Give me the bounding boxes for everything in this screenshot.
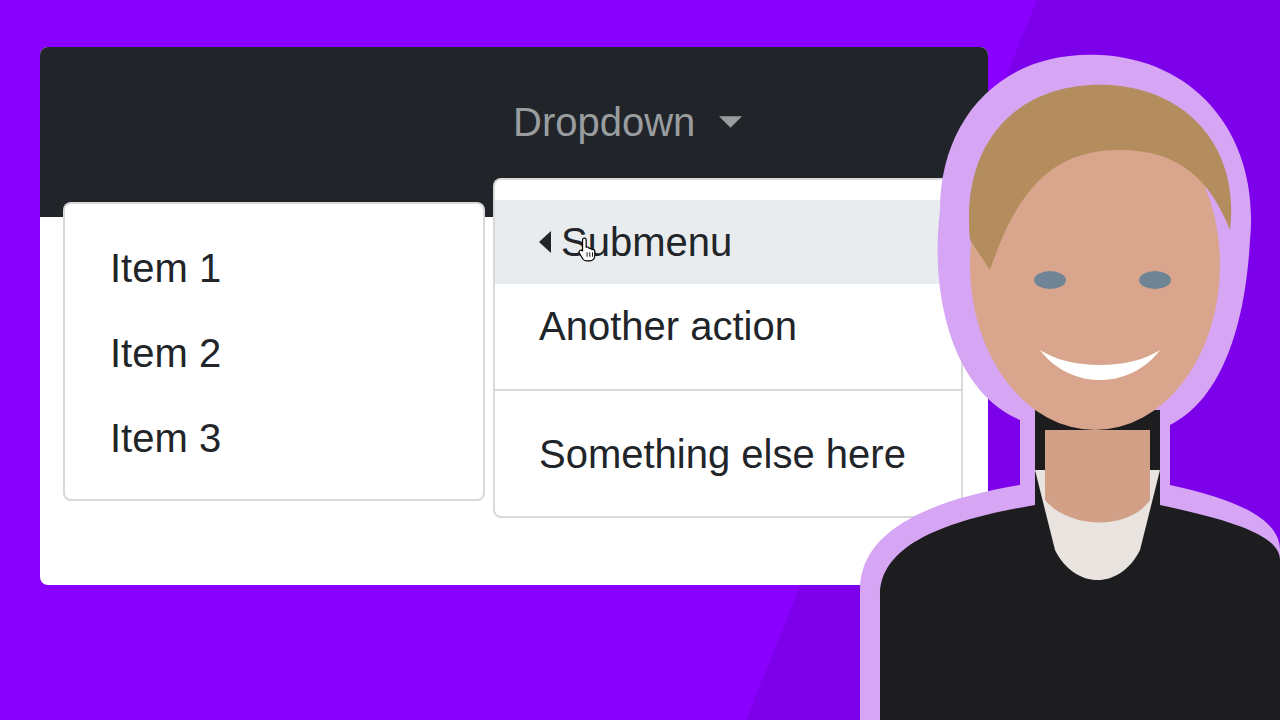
hand-cursor-icon [578,236,598,263]
menu-item[interactable]: Something else here [495,412,961,496]
presenter-photo [820,30,1280,720]
dropdown-toggle[interactable]: Dropdown [513,98,742,166]
submenu-toggle[interactable]: Submenu [495,200,961,284]
caret-left-icon [539,231,551,253]
dropdown-label[interactable]: Dropdown [513,98,695,146]
submenu: Item 1Item 2Item 3 [63,202,485,501]
menu-item[interactable]: Another action [495,284,961,368]
menu-divider [495,389,961,391]
submenu-item[interactable]: Item 1 [65,226,483,311]
thumbnail-background: Dropdown Submenu Another action Somethin… [0,0,1280,720]
submenu-item[interactable]: Item 3 [65,396,483,481]
submenu-item[interactable]: Item 2 [65,311,483,396]
dropdown-menu: Submenu Another action Something else he… [493,178,963,518]
caret-down-icon [719,116,742,128]
demo-card: Dropdown Submenu Another action Somethin… [40,47,988,585]
